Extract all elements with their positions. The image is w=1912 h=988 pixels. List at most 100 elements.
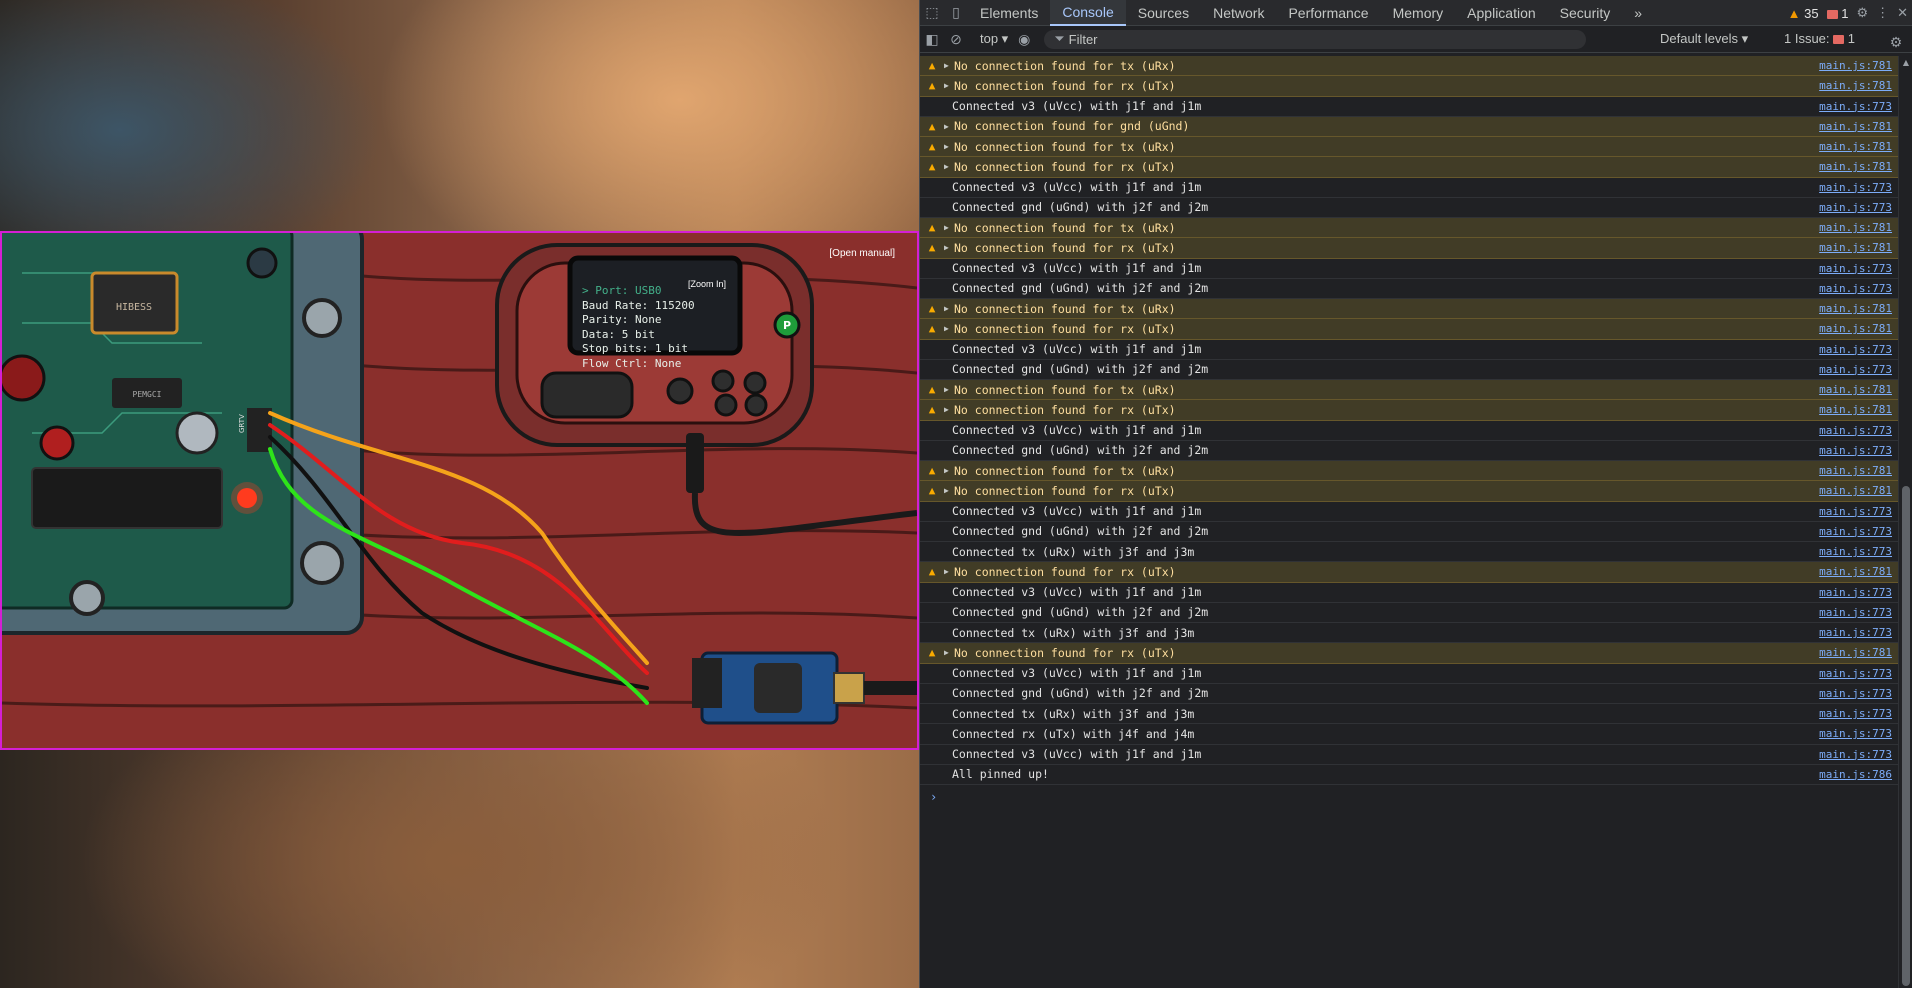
console-warning-row[interactable]: ▲ ▶ No connection found for tx (uRx) main.j… (920, 461, 1898, 482)
source-link[interactable]: main.js:773 (1819, 100, 1892, 113)
console-log-row[interactable]: Connected v3 (uVcc) with j1f and j1m main… (920, 97, 1898, 117)
console-messages[interactable]: ▲ ▶ No connection found for tx (uRx) main.j… (920, 56, 1898, 988)
expand-triangle-icon[interactable]: ▶ (944, 122, 954, 131)
clear-console-icon[interactable]: ⊘ (944, 26, 968, 52)
source-link[interactable]: main.js:773 (1819, 748, 1892, 761)
source-link[interactable]: main.js:781 (1819, 464, 1892, 477)
tab-security[interactable]: Security (1548, 0, 1623, 26)
console-log-row[interactable]: Connected gnd (uGnd) with j2f and j2m mai… (920, 360, 1898, 380)
console-log-row[interactable]: Connected v3 (uVcc) with j1f and j1m main… (920, 502, 1898, 522)
expand-triangle-icon[interactable]: ▶ (944, 81, 954, 90)
source-link[interactable]: main.js:773 (1819, 727, 1892, 740)
source-link[interactable]: main.js:773 (1819, 626, 1892, 639)
source-link[interactable]: main.js:773 (1819, 363, 1892, 376)
console-scrollbar[interactable]: ▲ (1898, 56, 1912, 988)
log-levels-dropdown[interactable]: Default levels ▾ (1660, 31, 1748, 47)
console-warning-row[interactable]: ▲ ▶ No connection found for rx (uTx) main.j… (920, 157, 1898, 178)
tab-performance[interactable]: Performance (1276, 0, 1380, 26)
issues-button[interactable]: 1 Issue: 1 (1784, 31, 1855, 46)
source-link[interactable]: main.js:781 (1819, 322, 1892, 335)
live-expression-eye-icon[interactable]: ◉ (1012, 26, 1036, 52)
source-link[interactable]: main.js:773 (1819, 424, 1892, 437)
console-warning-row[interactable]: ▲ ▶ No connection found for rx (uTx) main.j… (920, 481, 1898, 502)
kebab-menu-icon[interactable]: ⋮ (1876, 5, 1889, 21)
console-log-row[interactable]: Connected v3 (uVcc) with j1f and j1m main… (920, 340, 1898, 360)
tab-application[interactable]: Application (1455, 0, 1548, 26)
source-link[interactable]: main.js:781 (1819, 221, 1892, 234)
console-log-row[interactable]: Connected tx (uRx) with j3f and j3m main.… (920, 623, 1898, 644)
source-link[interactable]: main.js:781 (1819, 646, 1892, 659)
console-log-row[interactable]: Connected v3 (uVcc) with j1f and j1m main… (920, 664, 1898, 684)
expand-triangle-icon[interactable]: ▶ (944, 486, 954, 495)
source-link[interactable]: main.js:773 (1819, 282, 1892, 295)
tab-console[interactable]: Console (1050, 0, 1126, 26)
console-prompt[interactable]: › (920, 785, 1898, 809)
expand-triangle-icon[interactable]: ▶ (944, 243, 954, 252)
source-link[interactable]: main.js:773 (1819, 444, 1892, 457)
device-button-s[interactable] (666, 377, 694, 405)
pin-header[interactable] (247, 408, 272, 452)
device-button-down[interactable] (714, 393, 738, 417)
source-link[interactable]: main.js:781 (1819, 403, 1892, 416)
expand-triangle-icon[interactable]: ▶ (944, 142, 954, 151)
console-warning-row[interactable]: ▲ ▶ No connection found for rx (uTx) main.j… (920, 562, 1898, 583)
console-warning-row[interactable]: ▲ ▶ No connection found for gnd (uGnd) main… (920, 116, 1898, 137)
console-log-row[interactable]: Connected gnd (uGnd) with j2f and j2m mai… (920, 522, 1898, 542)
source-link[interactable]: main.js:773 (1819, 707, 1892, 720)
source-link[interactable]: main.js:773 (1819, 525, 1892, 538)
tab-memory[interactable]: Memory (1381, 0, 1456, 26)
filter-box[interactable]: ⏷ (1044, 29, 1587, 49)
console-log-row[interactable]: Connected rx (uTx) with j4f and j4m main.… (920, 724, 1898, 745)
console-log-row[interactable]: Connected tx (uRx) with j3f and j3m main.… (920, 704, 1898, 725)
warning-counter[interactable]: ▲ 35 (1788, 6, 1819, 21)
settings-gear-icon[interactable]: ⚙ (1856, 5, 1868, 21)
expand-triangle-icon[interactable]: ▶ (944, 567, 954, 576)
console-warning-row[interactable]: ▲ ▶ No connection found for rx (uTx) main.j… (920, 400, 1898, 421)
scroll-up-icon[interactable]: ▲ (1903, 58, 1909, 67)
source-link[interactable]: main.js:781 (1819, 241, 1892, 254)
filter-input[interactable] (1068, 31, 1549, 47)
source-link[interactable]: main.js:781 (1819, 484, 1892, 497)
source-link[interactable]: main.js:773 (1819, 687, 1892, 700)
source-link[interactable]: main.js:781 (1819, 140, 1892, 153)
source-link[interactable]: main.js:773 (1819, 262, 1892, 275)
expand-triangle-icon[interactable]: ▶ (944, 466, 954, 475)
close-devtools-icon[interactable]: ✕ (1897, 5, 1908, 21)
source-link[interactable]: main.js:786 (1819, 768, 1892, 781)
source-link[interactable]: main.js:773 (1819, 343, 1892, 356)
context-selector[interactable]: top ▾ (976, 31, 1012, 47)
console-warning-row[interactable]: ▲ ▶ No connection found for tx (uRx) main.j… (920, 137, 1898, 158)
console-warning-row[interactable]: ▲ ▶ No connection found for rx (uTx) main.j… (920, 643, 1898, 664)
device-dpad[interactable] (540, 371, 634, 419)
source-link[interactable]: main.js:773 (1819, 545, 1892, 558)
console-warning-row[interactable]: ▲ ▶ No connection found for rx (uTx) main.j… (920, 238, 1898, 259)
expand-triangle-icon[interactable]: ▶ (944, 648, 954, 657)
console-log-row[interactable]: Connected v3 (uVcc) with j1f and j1m main… (920, 583, 1898, 603)
device-button-left[interactable] (743, 371, 767, 395)
console-log-row[interactable]: Connected gnd (uGnd) with j2f and j2m mai… (920, 198, 1898, 218)
source-link[interactable]: main.js:781 (1819, 383, 1892, 396)
source-link[interactable]: main.js:781 (1819, 302, 1892, 315)
expand-triangle-icon[interactable]: ▶ (944, 385, 954, 394)
console-settings-gear-icon[interactable]: ⚙ (1884, 29, 1908, 55)
console-log-row[interactable]: Connected v3 (uVcc) with j1f and j1m main… (920, 421, 1898, 441)
console-warning-row[interactable]: ▲ ▶ No connection found for tx (uRx) main.j… (920, 380, 1898, 401)
console-log-row[interactable]: Connected v3 (uVcc) with j1f and j1m main… (920, 259, 1898, 279)
tab-network[interactable]: Network (1201, 0, 1276, 26)
sidebar-toggle-icon[interactable]: ◧ (920, 26, 944, 52)
game-canvas[interactable]: HIBESS PEMGCI GRTV P [Open manual] [Zoom… (0, 231, 919, 750)
source-link[interactable]: main.js:773 (1819, 606, 1892, 619)
console-log-row[interactable]: Connected gnd (uGnd) with j2f and j2m mai… (920, 441, 1898, 461)
device-toolbar-icon[interactable]: ▯ (944, 0, 968, 26)
console-warning-row[interactable]: ▲ ▶ No connection found for rx (uTx) main.j… (920, 76, 1898, 97)
inspect-element-icon[interactable]: ⬚ (920, 0, 944, 26)
source-link[interactable]: main.js:773 (1819, 667, 1892, 680)
adapter-pin-header[interactable] (692, 658, 722, 708)
source-link[interactable]: main.js:781 (1819, 120, 1892, 133)
more-tabs-button[interactable]: » (1622, 0, 1654, 26)
error-counter[interactable]: 1 (1826, 6, 1848, 21)
console-log-row[interactable]: Connected v3 (uVcc) with j1f and j1m main… (920, 178, 1898, 198)
open-manual-link[interactable]: [Open manual] (829, 248, 895, 259)
tab-sources[interactable]: Sources (1126, 0, 1201, 26)
console-log-row[interactable]: Connected tx (uRx) with j3f and j3m main.… (920, 542, 1898, 563)
